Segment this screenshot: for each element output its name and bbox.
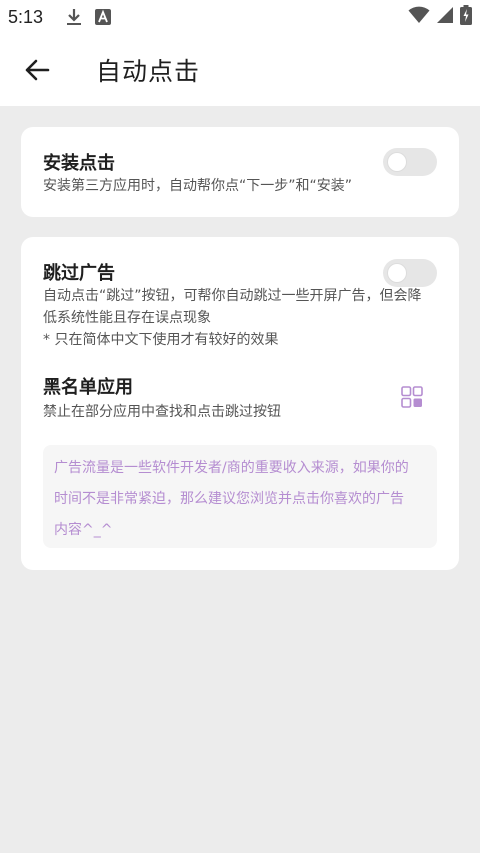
status-bar: 5:13	[0, 0, 480, 34]
status-time: 5:13	[8, 6, 44, 27]
toggle-knob	[388, 153, 406, 171]
page-title: 自动点击	[96, 57, 201, 86]
skip-ads-description-line2: 低系统性能且存在误点现象	[43, 310, 211, 326]
install-click-title: 安装点击	[43, 153, 115, 174]
blacklist-apps-row[interactable]: 黑名单应用 禁止在部分应用中查找和点击跳过按钮	[21, 365, 459, 429]
install-click-card: 安装点击 安装第三方应用时，自动帮你点“下一步”和“安装”	[21, 127, 459, 217]
skip-ads-description-line1: 自动点击“跳过”按钮，可帮你自动跳过一些开屏广告，但会降	[43, 288, 422, 304]
skip-ads-card: 跳过广告 自动点击“跳过”按钮，可帮你自动跳过一些开屏广告，但会降 低系统性能且…	[21, 237, 459, 570]
wifi-icon	[408, 6, 430, 29]
app-bar: 自动点击	[0, 34, 480, 106]
blacklist-apps-description: 禁止在部分应用中查找和点击跳过按钮	[43, 404, 281, 420]
ad-support-note: 广告流量是一些软件开发者/商的重要收入来源，如果你的 时间不是非常紧迫，那么建议…	[43, 445, 437, 548]
text-app-icon	[95, 9, 112, 25]
skip-ads-toggle[interactable]	[383, 259, 437, 287]
ad-support-note-line2: 时间不是非常紧迫，那么建议您浏览并点击你喜欢的广告	[54, 491, 404, 507]
download-icon	[65, 7, 83, 27]
toggle-knob	[388, 264, 406, 282]
signal-icon	[436, 6, 454, 29]
install-click-description: 安装第三方应用时，自动帮你点“下一步”和“安装”	[43, 178, 353, 194]
install-click-toggle[interactable]	[383, 148, 437, 176]
battery-charging-icon	[460, 4, 472, 30]
back-button[interactable]	[13, 46, 61, 94]
blacklist-apps-title: 黑名单应用	[43, 377, 133, 398]
ad-support-note-line1: 广告流量是一些软件开发者/商的重要收入来源，如果你的	[54, 460, 409, 476]
skip-ads-title: 跳过广告	[43, 263, 115, 284]
skip-ads-description-line3: * 只在简体中文下使用才有较好的效果	[43, 332, 279, 348]
apps-grid-icon[interactable]	[401, 386, 423, 408]
ad-support-note-line3: 内容^_^	[54, 522, 113, 538]
arrow-left-icon	[25, 59, 50, 81]
